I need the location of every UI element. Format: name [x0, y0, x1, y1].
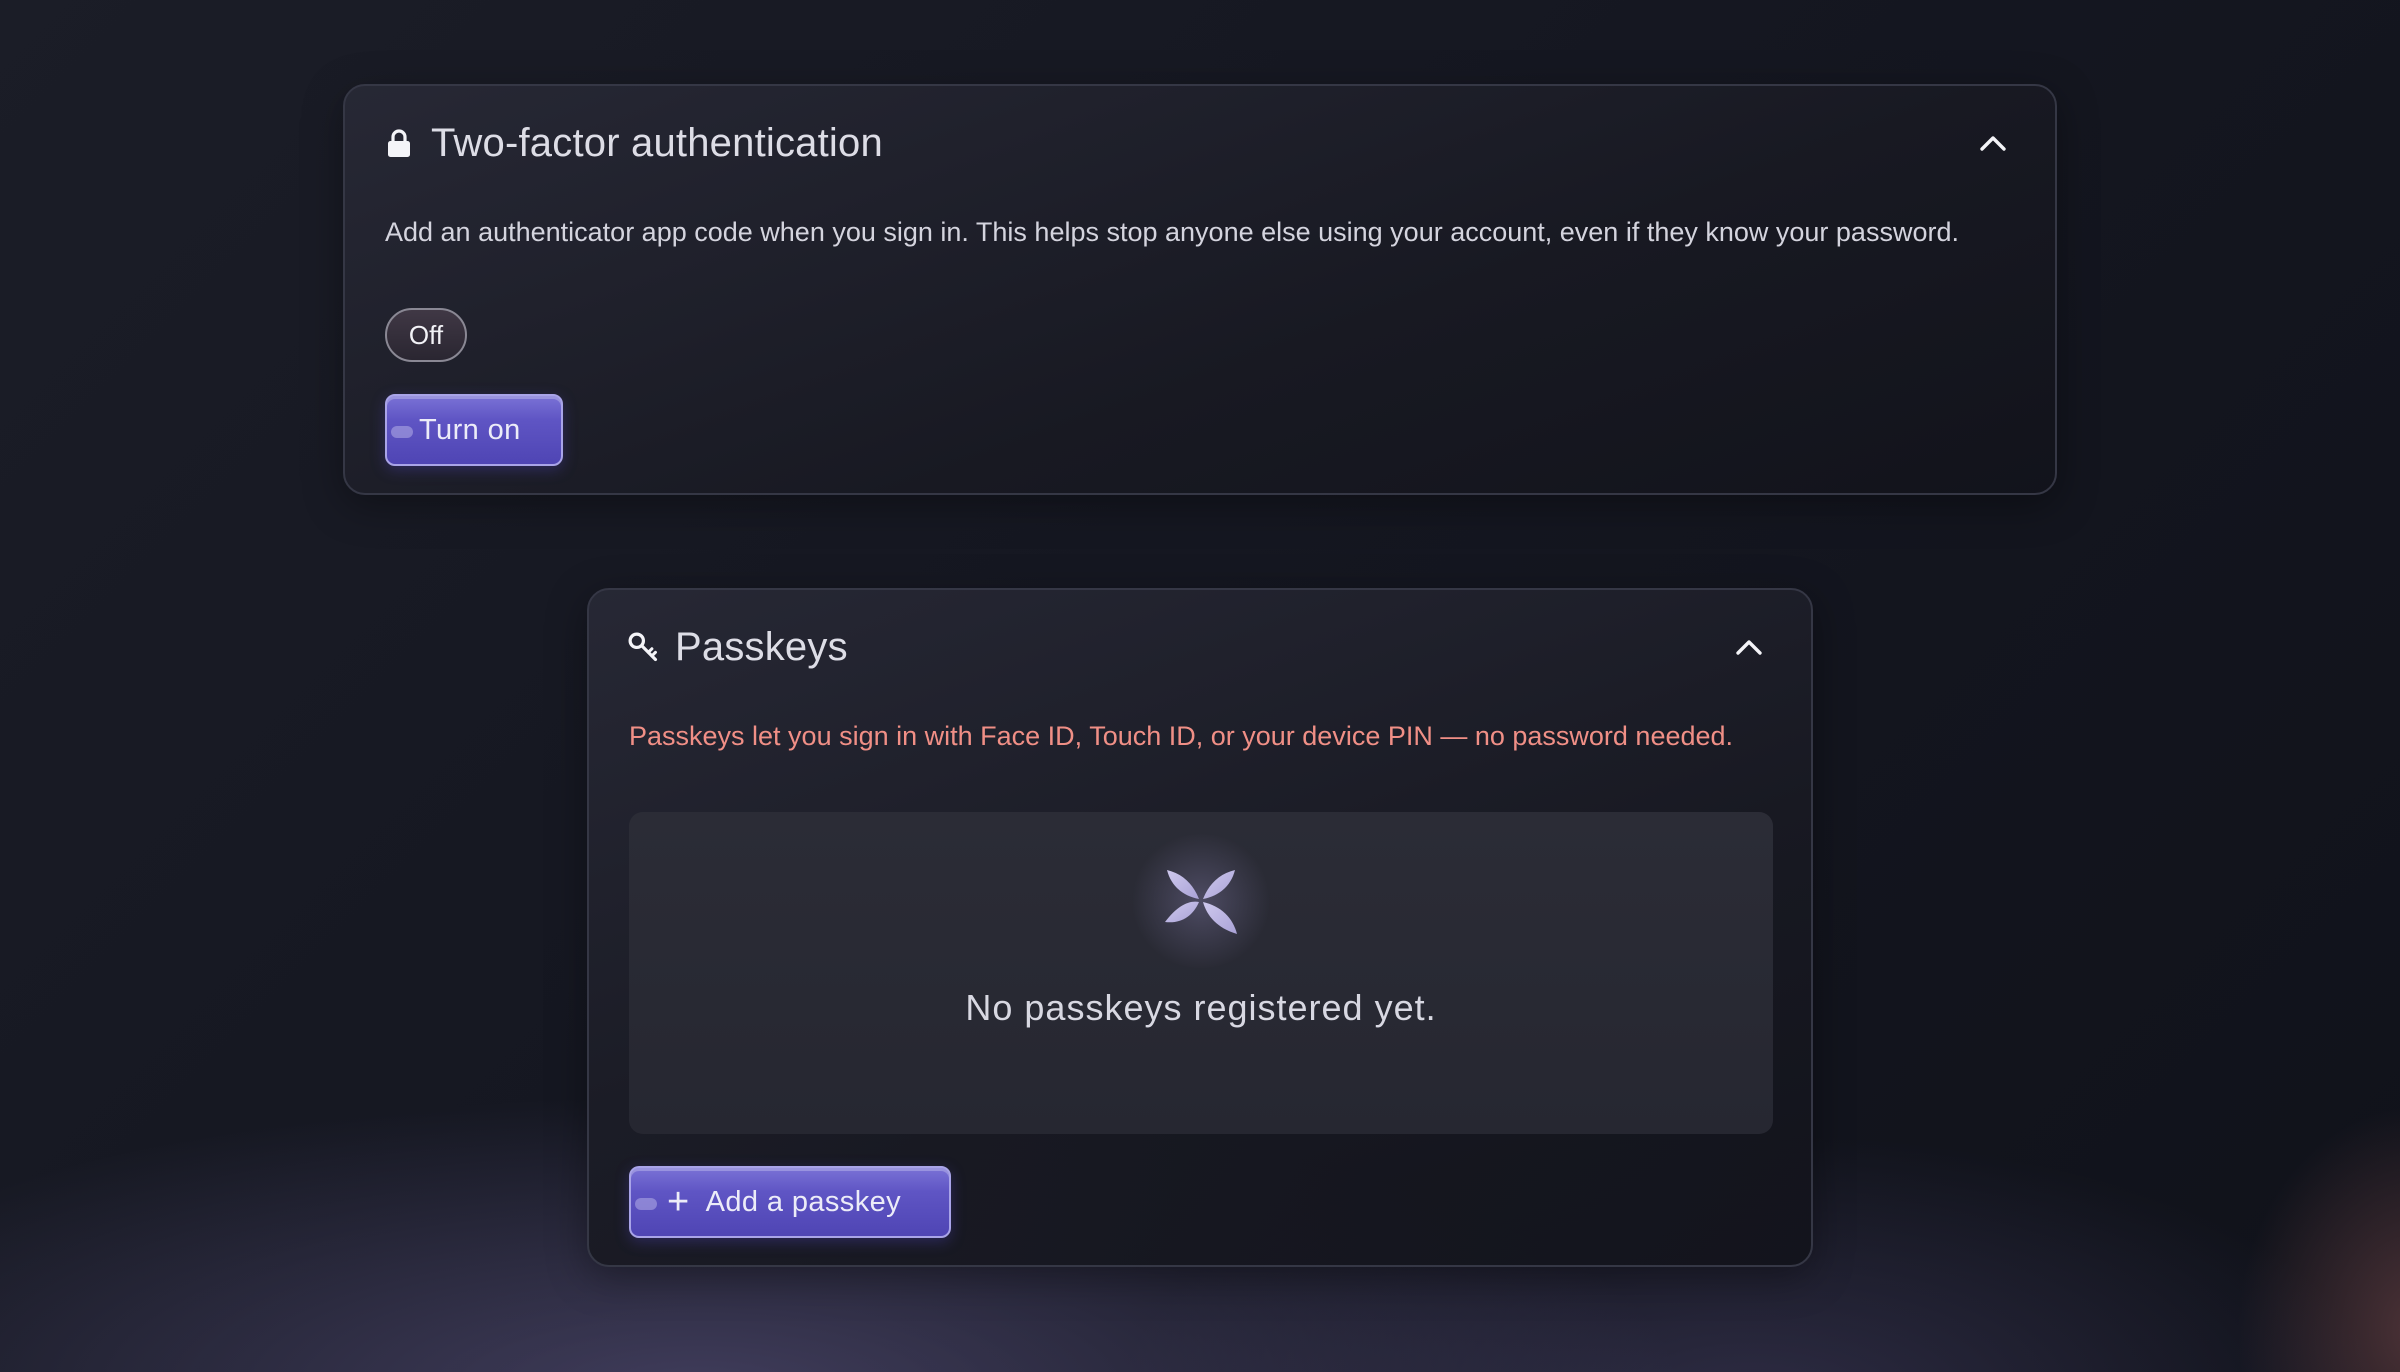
turn-on-button[interactable]: Turn on: [385, 394, 563, 466]
empty-state-panel: No passkeys registered yet.: [629, 812, 1773, 1134]
two-factor-card: Two-factor authentication Add an authent…: [343, 84, 2057, 495]
key-icon: [627, 627, 659, 667]
passkeys-header[interactable]: Passkeys: [627, 590, 1773, 704]
status-badge: Off: [385, 308, 467, 362]
add-passkey-button[interactable]: + Add a passkey: [629, 1166, 951, 1238]
two-factor-description: Add an authenticator app code when you s…: [385, 217, 1959, 247]
button-smudge: [391, 426, 413, 438]
chevron-up-icon[interactable]: [1725, 623, 1773, 671]
plus-icon: +: [667, 1181, 690, 1223]
passkeys-card: Passkeys Passkeys let you sign in with F…: [587, 588, 1813, 1267]
two-factor-header[interactable]: Two-factor authentication: [383, 86, 2017, 200]
empty-state-text: No passkeys registered yet.: [965, 987, 1437, 1028]
two-factor-title: Two-factor authentication: [431, 120, 883, 165]
button-smudge: [635, 1198, 657, 1210]
turn-on-label: Turn on: [419, 413, 521, 446]
butterfly-icon: [1165, 870, 1237, 934]
passkeys-title: Passkeys: [675, 624, 848, 669]
chevron-up-icon[interactable]: [1969, 119, 2017, 167]
lock-icon: [383, 123, 415, 163]
passkeys-description: Passkeys let you sign in with Face ID, T…: [629, 721, 1734, 751]
add-passkey-label: Add a passkey: [705, 1185, 902, 1218]
